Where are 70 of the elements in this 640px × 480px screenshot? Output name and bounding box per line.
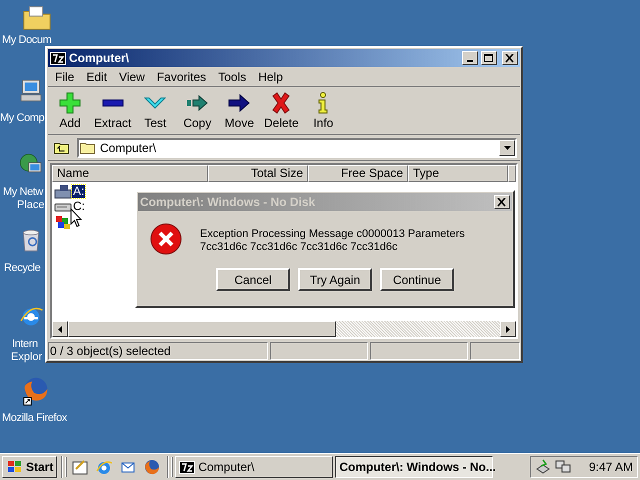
toolbar-button[interactable]: Info [303, 88, 344, 132]
taskbar-button[interactable]: Computer\ [175, 456, 334, 478]
minimize-icon [467, 60, 473, 62]
windows-flag-icon [6, 460, 24, 474]
error-icon [150, 223, 182, 255]
control-panel-icon[interactable] [54, 214, 72, 230]
toolbar-button[interactable]: Extract [92, 88, 134, 132]
column-header[interactable] [508, 165, 516, 182]
computer-icon[interactable] [18, 78, 44, 104]
status-text: 0 / 3 object(s) selected [48, 342, 268, 360]
dialog-title: Computer\: Windows - No Disk [140, 194, 316, 211]
floppy-drive-icon[interactable] [54, 184, 72, 200]
close-icon [505, 54, 515, 62]
menu-item[interactable]: Edit [80, 68, 114, 86]
menu-item[interactable]: View [113, 68, 151, 86]
dialog-button[interactable]: Continue [380, 268, 454, 291]
address-combo[interactable]: Computer\ [77, 138, 517, 158]
browser-e-icon[interactable] [96, 459, 112, 475]
close-button[interactable] [502, 51, 518, 65]
maximize-icon [484, 54, 494, 62]
column-header[interactable]: Type [408, 165, 508, 182]
dropdown-arrow-icon[interactable] [504, 146, 510, 150]
app-logo-icon [50, 52, 66, 64]
network-drive-icon[interactable] [535, 459, 551, 475]
clock: 9:47 AM [588, 459, 633, 476]
taskbar-button[interactable]: Computer\: Windows - No... [335, 456, 494, 478]
plus-icon [59, 92, 81, 114]
close-button[interactable] [494, 195, 510, 209]
folder-icon [79, 140, 97, 154]
dialog-button[interactable]: Try Again [298, 268, 372, 291]
menu-item[interactable]: File [49, 68, 80, 86]
icon-label[interactable]: Recycle [4, 263, 40, 274]
network-computers-icon[interactable] [555, 459, 571, 475]
icon-label[interactable]: My Comp [0, 113, 44, 124]
app-logo-icon [179, 460, 196, 474]
desktop-icon[interactable] [72, 459, 88, 475]
column-header[interactable]: Name [52, 165, 208, 182]
arrow-right-icon[interactable] [506, 326, 510, 332]
minimize-button[interactable] [462, 51, 478, 65]
icon-label[interactable]: Place [17, 200, 45, 211]
cross-icon [270, 92, 292, 114]
horizontal-scrollbar[interactable] [52, 321, 516, 337]
dialog-button[interactable]: Cancel [216, 268, 290, 291]
icon-label[interactable]: Explor [11, 352, 42, 363]
toolbar-button[interactable]: Test [135, 88, 176, 132]
arrow-left-icon[interactable] [58, 326, 62, 332]
column-header[interactable]: Total Size [208, 165, 308, 182]
scrollbar-thumb[interactable] [68, 321, 336, 337]
toolbar-button[interactable]: Move [219, 88, 260, 132]
toolbar-button[interactable]: Add [50, 88, 90, 132]
status-pane [470, 342, 520, 360]
icon-label[interactable]: Mozilla Firefox [2, 413, 67, 424]
start-button[interactable]: Start [2, 456, 58, 478]
menu-item[interactable]: Help [252, 68, 289, 86]
arrow-right-icon [228, 92, 250, 114]
maximize-button[interactable] [481, 51, 497, 65]
file-name[interactable]: C: [72, 200, 86, 213]
icon-label[interactable]: Intern [12, 339, 38, 350]
menu-item[interactable]: Tools [212, 68, 252, 86]
toolbar-button[interactable]: Delete [261, 88, 302, 132]
icon-label[interactable]: My Docum [2, 35, 52, 46]
menu-item[interactable]: Favorites [150, 68, 212, 86]
toolbar-button[interactable]: Copy [177, 88, 218, 132]
column-header[interactable]: Free Space [308, 165, 408, 182]
icon-label[interactable]: My Netw [3, 187, 43, 198]
error-message: Exception Processing Message c0000013 Parameters 7cc31d6c 7cc31d6c 7cc31d6c 7cc31d6c [200, 227, 466, 254]
minus-icon [102, 98, 124, 106]
close-icon [497, 198, 507, 206]
file-name[interactable]: A: [72, 185, 86, 198]
window-title: Computer\ [69, 50, 130, 67]
